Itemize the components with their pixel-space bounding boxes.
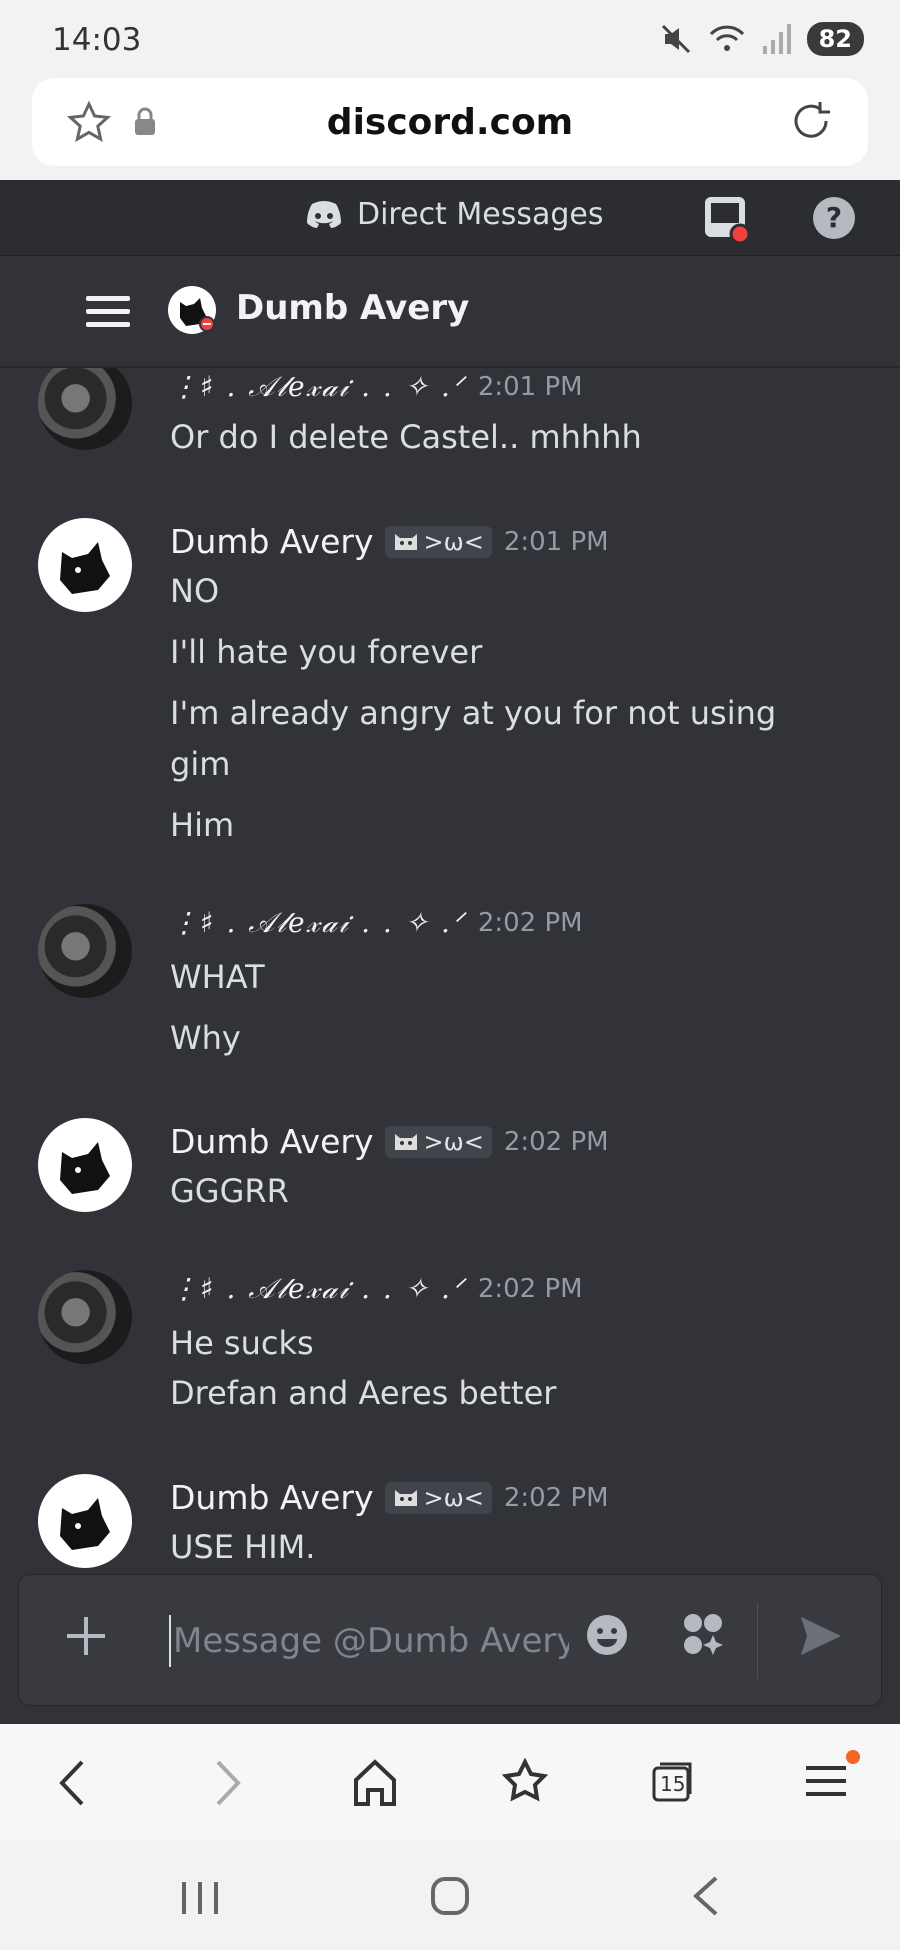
timestamp: 2:02 PM bbox=[503, 1126, 609, 1157]
user-avatar[interactable] bbox=[38, 904, 132, 998]
message-text: Why bbox=[170, 1019, 241, 1057]
timestamp: 2:01 PM bbox=[477, 372, 583, 402]
forward-icon[interactable] bbox=[208, 1758, 248, 1808]
message-text: I'll hate you forever bbox=[170, 633, 483, 671]
browser-toolbar: 15 bbox=[0, 1724, 900, 1840]
tab-count: 15 bbox=[660, 1772, 686, 1796]
menu-icon[interactable] bbox=[804, 1758, 848, 1804]
server-tag-text: >ω< bbox=[423, 1127, 484, 1156]
message-text: He sucks bbox=[170, 1324, 314, 1362]
server-tag-text: >ω< bbox=[423, 527, 484, 556]
status-time: 14:03 bbox=[52, 22, 142, 58]
wifi-icon bbox=[709, 25, 744, 51]
send-icon[interactable] bbox=[797, 1613, 845, 1659]
url-text[interactable]: discord.com bbox=[32, 102, 868, 143]
dm-header: Direct Messages ? bbox=[0, 180, 900, 256]
author-name[interactable]: Dumb Avery bbox=[170, 1122, 373, 1161]
message-text: USE HIM. bbox=[170, 1528, 316, 1566]
message-meta: Dumb Avery >ω< 2:01 PM bbox=[170, 522, 609, 561]
menu-icon[interactable] bbox=[86, 294, 130, 330]
message-list[interactable]: ⋮♯ . 𝒜𝓁𝑒𝓍𝒶𝒾 . . ✧ .ᐟ 2:01 PM Or do I del… bbox=[0, 368, 900, 1574]
message-meta: Dumb Avery >ω< 2:02 PM bbox=[170, 1478, 609, 1517]
mute-icon bbox=[661, 24, 690, 54]
message-text: Him bbox=[170, 806, 235, 844]
composer-area bbox=[0, 1574, 900, 1724]
server-tag[interactable]: >ω< bbox=[385, 525, 492, 558]
help-icon[interactable]: ? bbox=[812, 196, 856, 240]
timestamp: 2:02 PM bbox=[477, 908, 583, 938]
tabs-button[interactable]: 15 bbox=[650, 1758, 696, 1804]
author-name[interactable]: Dumb Avery bbox=[170, 1478, 373, 1517]
user-avatar[interactable] bbox=[38, 518, 132, 612]
message-meta: ⋮♯ . 𝒜𝓁𝑒𝓍𝒶𝒾 . . ✧ .ᐟ 2:02 PM bbox=[170, 1272, 583, 1306]
channel-avatar[interactable] bbox=[168, 286, 216, 334]
address-bar[interactable]: discord.com bbox=[32, 78, 868, 166]
user-avatar[interactable] bbox=[38, 1270, 132, 1364]
message-text: NO bbox=[170, 572, 220, 610]
cat-avatar-icon bbox=[60, 1142, 110, 1194]
message-text: Or do I delete Castel.. mhhhh bbox=[170, 418, 642, 456]
channel-header: Dumb Avery bbox=[0, 256, 900, 368]
system-back-icon[interactable] bbox=[690, 1876, 722, 1916]
battery-indicator: 82 bbox=[806, 22, 864, 56]
server-tag[interactable]: >ω< bbox=[385, 1481, 492, 1514]
timestamp: 2:02 PM bbox=[477, 1274, 583, 1304]
cat-tag-icon bbox=[395, 1133, 418, 1150]
status-icons: 82 bbox=[659, 22, 864, 56]
user-avatar[interactable] bbox=[38, 368, 132, 450]
system-navigation bbox=[0, 1840, 900, 1950]
timestamp: 2:02 PM bbox=[503, 1482, 609, 1513]
server-tag[interactable]: >ω< bbox=[385, 1125, 492, 1158]
message-text: Drefan and Aeres better bbox=[170, 1374, 557, 1412]
message-meta: ⋮♯ . 𝒜𝓁𝑒𝓍𝒶𝒾 . . ✧ .ᐟ 2:02 PM bbox=[170, 906, 583, 940]
reload-icon[interactable] bbox=[788, 98, 834, 144]
status-bar: 14:03 82 bbox=[0, 0, 900, 80]
svg-text:?: ? bbox=[826, 201, 842, 234]
dm-title[interactable]: Direct Messages bbox=[305, 197, 603, 232]
signal-icon bbox=[762, 24, 791, 54]
channel-name[interactable]: Dumb Avery bbox=[236, 288, 469, 328]
back-icon[interactable] bbox=[52, 1758, 92, 1808]
composer bbox=[18, 1574, 882, 1706]
dm-title-text: Direct Messages bbox=[357, 197, 604, 232]
home-icon[interactable] bbox=[352, 1758, 398, 1808]
cat-avatar-icon bbox=[60, 542, 110, 594]
author-name[interactable]: ⋮♯ . 𝒜𝓁𝑒𝓍𝒶𝒾 . . ✧ .ᐟ bbox=[170, 1272, 466, 1306]
author-name[interactable]: ⋮♯ . 𝒜𝓁𝑒𝓍𝒶𝒾 . . ✧ .ᐟ bbox=[170, 370, 466, 404]
author-name[interactable]: ⋮♯ . 𝒜𝓁𝑒𝓍𝒶𝒾 . . ✧ .ᐟ bbox=[170, 906, 466, 940]
inbox-icon[interactable] bbox=[702, 194, 752, 244]
apps-icon[interactable] bbox=[681, 1611, 725, 1659]
add-attachment-icon[interactable] bbox=[61, 1611, 111, 1661]
message-text: GGGRR bbox=[170, 1172, 289, 1210]
cat-avatar-icon bbox=[60, 1498, 110, 1550]
message-meta: Dumb Avery >ω< 2:02 PM bbox=[170, 1122, 609, 1161]
home-button-icon[interactable] bbox=[430, 1876, 470, 1916]
composer-divider bbox=[757, 1603, 758, 1679]
message-text: WHAT bbox=[170, 958, 265, 996]
bookmarks-icon[interactable] bbox=[500, 1758, 550, 1808]
server-tag-text: >ω< bbox=[423, 1483, 484, 1512]
cat-tag-icon bbox=[395, 533, 418, 550]
recents-icon[interactable] bbox=[180, 1880, 220, 1916]
message-text: I'm already angry at you for not using bbox=[170, 694, 777, 732]
notification-dot bbox=[846, 1750, 860, 1764]
timestamp: 2:01 PM bbox=[503, 526, 609, 557]
discord-logo-icon bbox=[307, 200, 341, 228]
cat-tag-icon bbox=[395, 1489, 418, 1506]
author-name[interactable]: Dumb Avery bbox=[170, 522, 373, 561]
user-avatar[interactable] bbox=[38, 1118, 132, 1212]
message-meta: ⋮♯ . 𝒜𝓁𝑒𝓍𝒶𝒾 . . ✧ .ᐟ 2:01 PM bbox=[170, 370, 583, 404]
emoji-icon[interactable] bbox=[585, 1613, 629, 1657]
user-avatar[interactable] bbox=[38, 1474, 132, 1568]
message-text: gim bbox=[170, 745, 231, 783]
message-input[interactable] bbox=[169, 1615, 569, 1667]
cat-avatar-icon bbox=[180, 298, 215, 332]
